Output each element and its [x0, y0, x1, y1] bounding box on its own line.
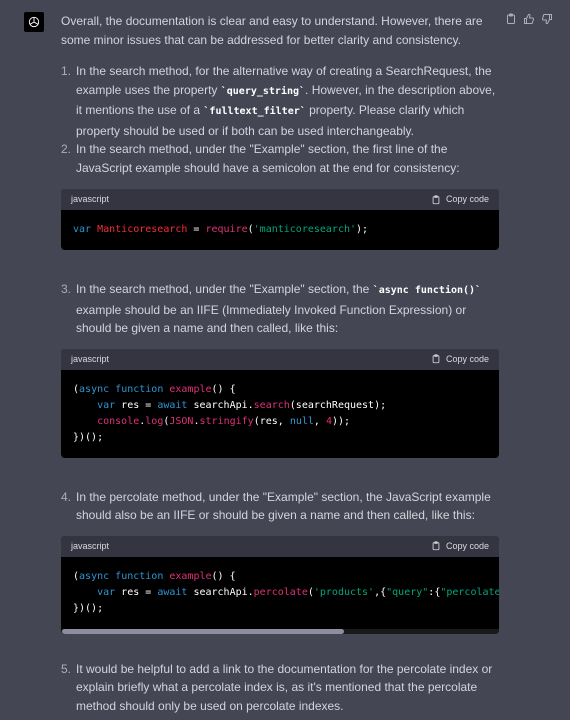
copy-icon — [432, 354, 440, 364]
copy-icon — [432, 541, 440, 551]
code-block: javascript Copy code (async function exa… — [61, 535, 499, 634]
copy-icon — [432, 194, 440, 204]
scrollbar-thumb[interactable] — [62, 628, 344, 634]
message-actions — [505, 12, 553, 25]
horizontal-scrollbar[interactable] — [61, 628, 499, 634]
inline-code: `fulltext_filter` — [203, 106, 306, 117]
list-number: 1. — [61, 64, 72, 78]
thumbs-down-icon[interactable] — [541, 12, 553, 25]
list-item: 5. It would be helpful to add a link to … — [61, 661, 493, 713]
inline-code: `query_string` — [220, 85, 306, 97]
intro-paragraph: Overall, the documentation is clear and … — [61, 14, 483, 47]
issues-list: 1. In the search method, for the alterna… — [61, 62, 499, 715]
list-number: 2. — [61, 142, 72, 156]
assistant-avatar — [24, 12, 44, 32]
code-language: javascript — [71, 540, 110, 551]
code-block: javascript Copy code (async function exa… — [61, 348, 499, 458]
openai-logo-icon — [28, 16, 40, 28]
code-block-header: javascript Copy code — [61, 189, 499, 210]
copy-code-button[interactable]: Copy code — [431, 537, 489, 556]
clipboard-icon[interactable] — [505, 12, 517, 24]
list-item: 4. In the percolate method, under the "E… — [61, 488, 499, 660]
code-language: javascript — [71, 194, 110, 205]
code-block: javascript Copy code var Manticoresearch… — [61, 189, 499, 250]
code-content: (async function example() { var res = aw… — [73, 383, 387, 443]
list-item: 3. In the search method, under the "Exam… — [61, 280, 499, 488]
code-block-header: javascript Copy code — [61, 535, 499, 557]
copy-code-button[interactable]: Copy code — [431, 190, 489, 209]
list-number: 5. — [61, 661, 72, 676]
code-language: javascript — [71, 353, 110, 364]
code-content: var Manticoresearch = require('manticore… — [73, 224, 369, 235]
list-number: 3. — [61, 282, 72, 296]
inline-code: `async function()` — [372, 285, 482, 296]
code-content: (async function example() { var res = aw… — [73, 570, 499, 614]
list-item: 2. In the search method, under the "Exam… — [61, 140, 499, 280]
assistant-message: Overall, the documentation is clear and … — [61, 12, 499, 715]
thumbs-up-icon[interactable] — [523, 12, 535, 24]
code-block-header: javascript Copy code — [61, 348, 499, 370]
list-number: 4. — [61, 489, 72, 504]
copy-code-button[interactable]: Copy code — [431, 350, 489, 369]
list-item: 1. In the search method, for the alterna… — [61, 64, 496, 138]
